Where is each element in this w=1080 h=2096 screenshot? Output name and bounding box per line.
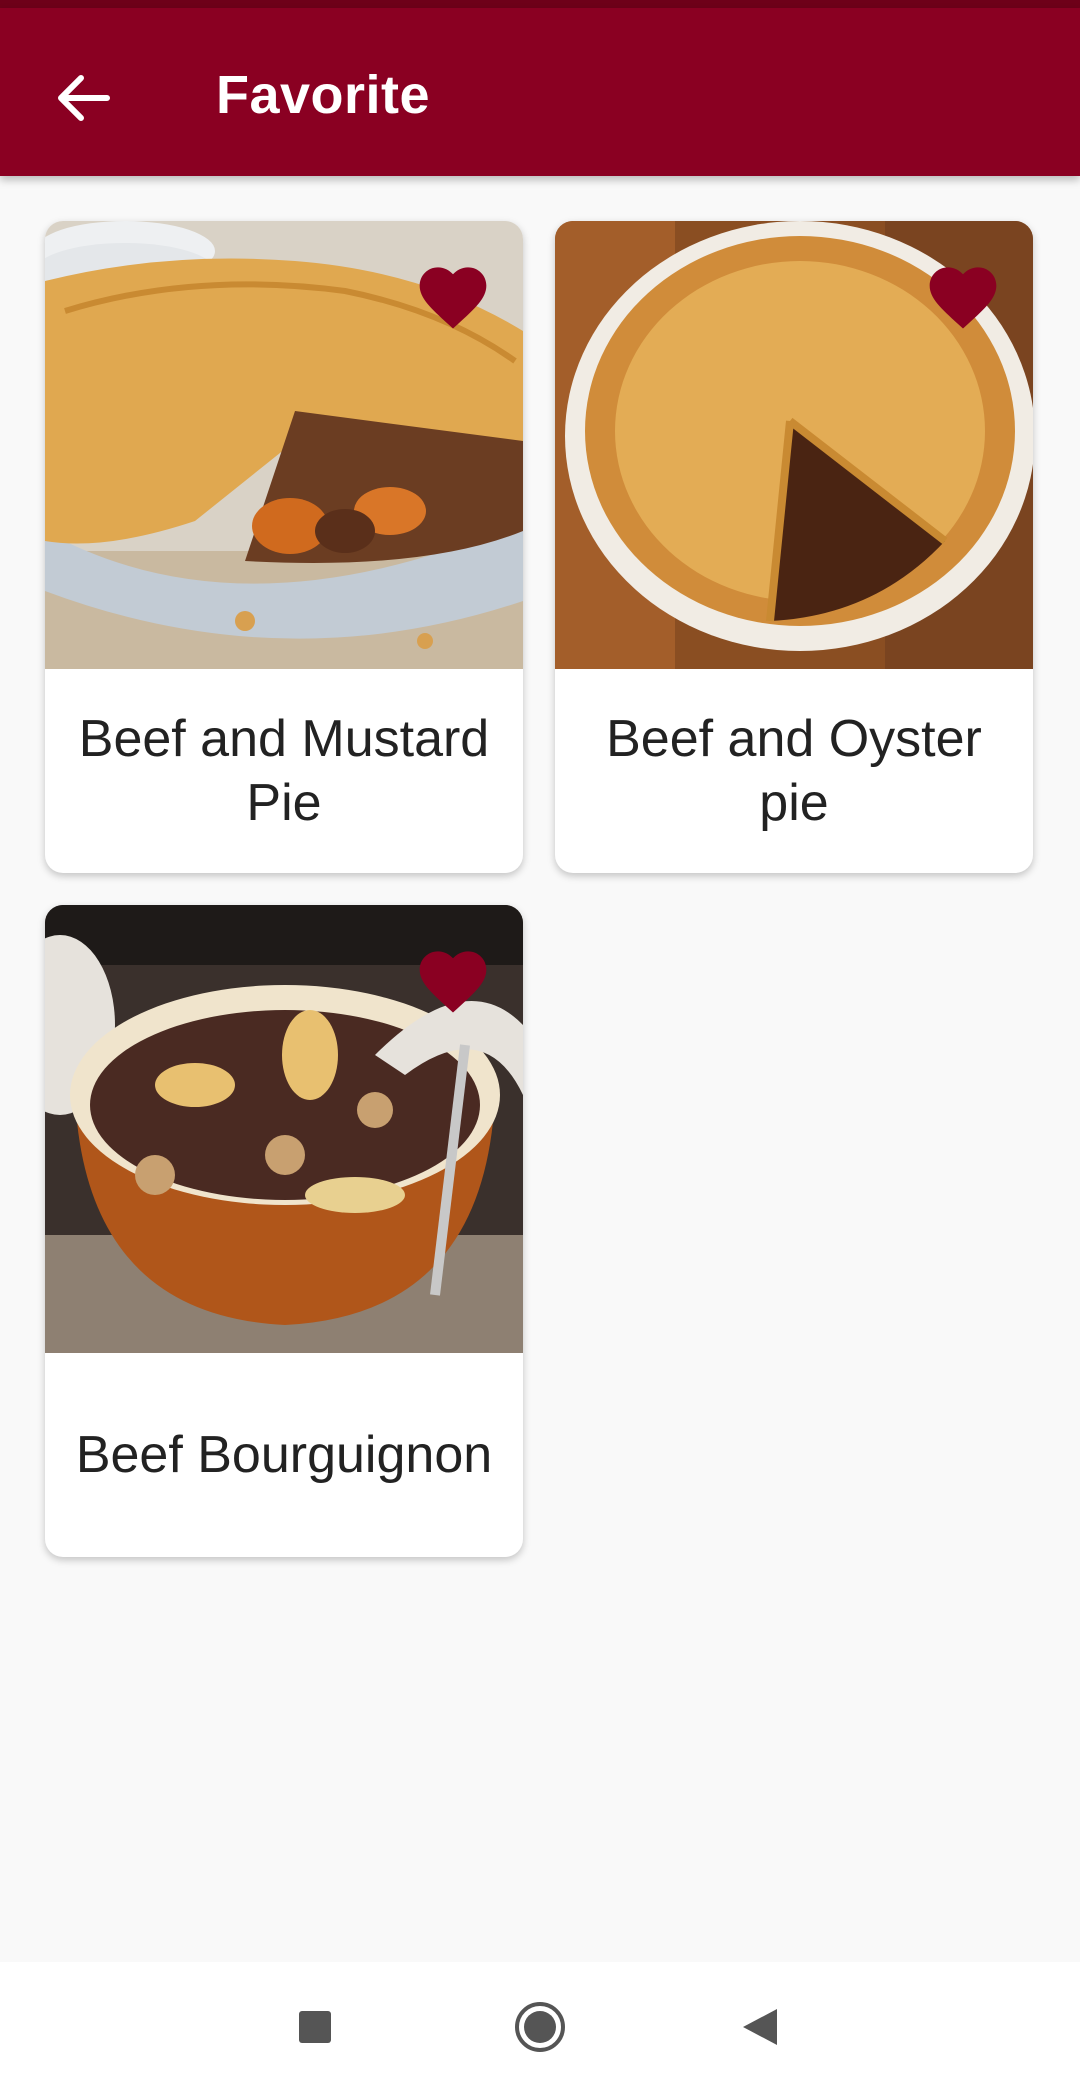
recipe-card[interactable]: Beef and Mustard Pie [45, 221, 523, 873]
page-title: Favorite [216, 65, 431, 125]
recipe-card[interactable]: Beef Bourguignon [45, 905, 523, 1557]
status-bar [0, 0, 1080, 8]
recents-square-icon [299, 2011, 331, 2043]
favorite-heart-icon[interactable] [413, 257, 493, 331]
recipe-title: Beef and Oyster pie [606, 710, 982, 832]
back-button[interactable] [44, 58, 124, 138]
system-nav-bar [0, 1962, 1080, 2096]
favorite-heart-icon[interactable] [923, 257, 1003, 331]
home-button[interactable] [505, 1992, 575, 2062]
arrow-left-icon [58, 75, 110, 121]
recipe-card[interactable]: Beef and Oyster pie [555, 221, 1033, 873]
home-circle-icon [515, 2002, 565, 2052]
favorite-heart-icon[interactable] [413, 941, 493, 1015]
back-triangle-icon [743, 2009, 777, 2045]
recents-button[interactable] [280, 1992, 350, 2062]
recipe-title: Beef and Mustard Pie [78, 710, 490, 832]
app-bar: Favorite [0, 8, 1080, 176]
recipe-title: Beef Bourguignon [75, 1426, 493, 1484]
back-nav-button[interactable] [725, 1992, 795, 2062]
